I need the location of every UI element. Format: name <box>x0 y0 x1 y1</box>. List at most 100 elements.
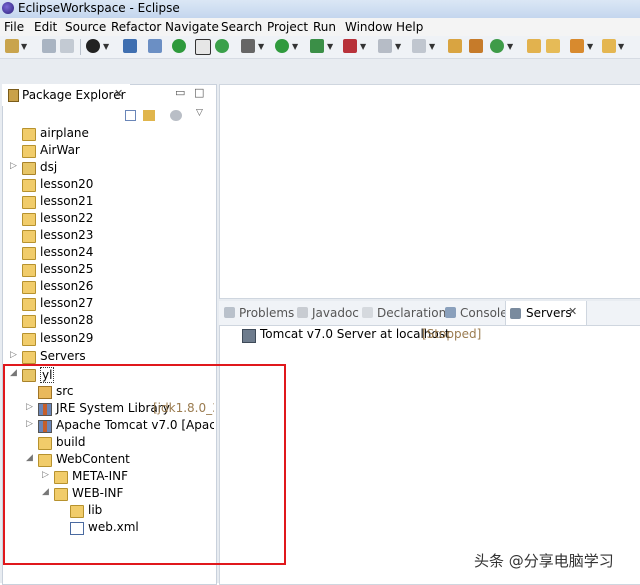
tree-item[interactable]: lesson23 <box>10 228 214 244</box>
project-icon <box>22 230 36 243</box>
task-icon[interactable] <box>602 39 616 53</box>
console-icon <box>445 307 456 318</box>
package-explorer-tab[interactable]: Package Explorer ✕ <box>2 84 130 106</box>
expand-arrow-icon[interactable]: ▷ <box>10 161 17 171</box>
chevron-down-icon[interactable]: ▼ <box>395 42 401 51</box>
terminal-icon[interactable] <box>123 39 137 53</box>
power-icon[interactable] <box>172 39 186 53</box>
chevron-down-icon[interactable]: ▼ <box>258 42 264 51</box>
package-explorer-icon <box>8 89 19 102</box>
tree-item-label: dsj <box>40 160 58 174</box>
chevron-down-icon[interactable]: ▼ <box>507 42 513 51</box>
stop-icon[interactable] <box>378 39 392 53</box>
tree-item[interactable]: ▷ Servers <box>10 349 214 365</box>
chevron-down-icon[interactable]: ▼ <box>292 42 298 51</box>
tab-declaration[interactable]: Declaration <box>362 306 446 320</box>
tab-console[interactable]: Console <box>445 306 508 320</box>
tree-item[interactable]: lesson20 <box>10 177 214 193</box>
tree-item[interactable]: AirWar <box>10 143 214 159</box>
view-menu-icon[interactable]: ▽ <box>196 108 203 118</box>
servers-icon <box>510 308 521 319</box>
search-icon[interactable] <box>570 39 584 53</box>
project-icon <box>22 264 36 277</box>
debug-icon[interactable] <box>148 39 162 53</box>
tab-servers[interactable]: Servers ✕ <box>505 301 587 325</box>
servers-tab-label: Servers <box>526 306 572 320</box>
bug-icon[interactable] <box>241 39 255 53</box>
new-package-icon[interactable] <box>448 39 462 53</box>
menu-window[interactable]: Window <box>345 20 392 34</box>
project-icon <box>22 179 36 192</box>
menu-search[interactable]: Search <box>221 20 262 34</box>
chevron-down-icon[interactable]: ▼ <box>429 42 435 51</box>
menu-source[interactable]: Source <box>65 20 106 34</box>
tree-item[interactable]: lesson29 <box>10 331 214 347</box>
project-icon <box>22 128 36 141</box>
project-icon <box>22 247 36 260</box>
tree-item-label: lesson28 <box>40 313 94 327</box>
chevron-down-icon[interactable]: ▼ <box>21 42 27 51</box>
tree-item[interactable]: lesson24 <box>10 245 214 261</box>
project-icon <box>22 145 36 158</box>
close-icon[interactable]: ✕ <box>568 305 577 318</box>
eclipse-app-icon <box>2 2 14 14</box>
toggle-icon[interactable] <box>195 39 211 55</box>
tree-item[interactable]: lesson21 <box>10 194 214 210</box>
external-tools-icon[interactable] <box>343 39 357 53</box>
focus-task-icon[interactable] <box>170 110 182 121</box>
new-icon[interactable] <box>5 39 19 53</box>
project-icon <box>22 315 36 328</box>
menu-run[interactable]: Run <box>313 20 336 34</box>
bottom-panel-tabs: Problems Javadoc Declaration Console Ser… <box>219 301 640 326</box>
tree-item[interactable]: airplane <box>10 126 214 142</box>
javadoc-icon <box>297 307 308 318</box>
save-all-icon[interactable] <box>60 39 74 53</box>
tree-item-label: lesson29 <box>40 331 94 345</box>
menu-help[interactable]: Help <box>396 20 423 34</box>
menu-edit[interactable]: Edit <box>34 20 57 34</box>
tree-item-label: lesson24 <box>40 245 94 259</box>
open-folder-icon[interactable] <box>546 39 560 53</box>
tree-item[interactable]: lesson28 <box>10 313 214 329</box>
tree-item[interactable]: lesson26 <box>10 279 214 295</box>
new-java-icon[interactable] <box>490 39 504 53</box>
deploy-icon[interactable] <box>412 39 426 53</box>
close-icon[interactable]: ✕ <box>114 87 123 100</box>
chevron-down-icon[interactable]: ▼ <box>618 42 624 51</box>
tree-item[interactable]: lesson25 <box>10 262 214 278</box>
project-icon <box>22 298 36 311</box>
tab-javadoc[interactable]: Javadoc <box>297 306 359 320</box>
tab-problems[interactable]: Problems <box>224 306 294 320</box>
web-project-icon <box>22 162 36 175</box>
chevron-down-icon[interactable]: ▼ <box>587 42 593 51</box>
tree-item-label: airplane <box>40 126 89 140</box>
server-status: [Stopped] <box>422 327 482 341</box>
run-icon[interactable] <box>275 39 289 53</box>
save-icon[interactable] <box>42 39 56 53</box>
tree-item[interactable]: ▷ dsj <box>10 160 214 176</box>
problems-icon <box>224 307 235 318</box>
refresh-icon[interactable] <box>215 39 229 53</box>
title-bar: EclipseWorkspace - Eclipse <box>0 0 640 19</box>
menu-refactor[interactable]: Refactor <box>111 20 161 34</box>
chevron-down-icon[interactable]: ▼ <box>360 42 366 51</box>
menu-navigate[interactable]: Navigate <box>165 20 219 34</box>
tree-item[interactable]: lesson27 <box>10 296 214 312</box>
minimize-icon[interactable]: ▭ <box>175 86 185 99</box>
maximize-icon[interactable]: □ <box>194 86 204 99</box>
menu-file[interactable]: File <box>4 20 24 34</box>
chevron-down-icon[interactable]: ▼ <box>103 42 109 51</box>
tree-item-label: lesson25 <box>40 262 94 276</box>
link-with-editor-icon[interactable] <box>143 110 155 121</box>
menu-project[interactable]: Project <box>267 20 308 34</box>
open-type-icon[interactable] <box>527 39 541 53</box>
expand-arrow-icon[interactable]: ▷ <box>10 350 17 360</box>
new-class-icon[interactable] <box>469 39 483 53</box>
coverage-icon[interactable] <box>310 39 324 53</box>
user-icon[interactable] <box>86 39 100 53</box>
project-icon <box>22 196 36 209</box>
package-explorer-title: Package Explorer <box>22 88 126 102</box>
tree-item[interactable]: lesson22 <box>10 211 214 227</box>
chevron-down-icon[interactable]: ▼ <box>327 42 333 51</box>
collapse-all-icon[interactable] <box>125 110 136 121</box>
